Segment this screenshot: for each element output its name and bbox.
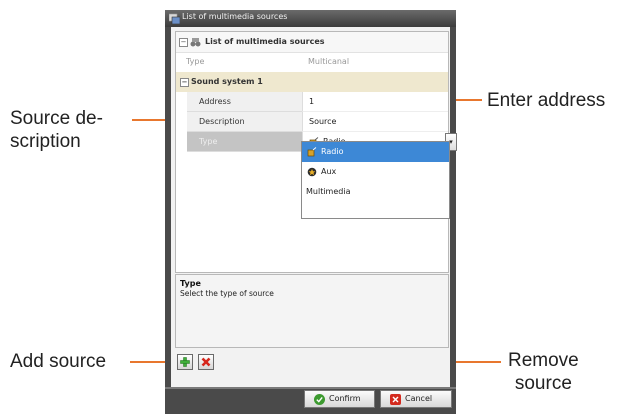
group-collapse-toggle[interactable]: −: [180, 78, 189, 87]
dropdown-option-multimedia[interactable]: Multimedia: [302, 182, 449, 202]
close-icon: [390, 394, 401, 405]
aux-icon: [307, 167, 317, 177]
grid-header-row: − List of multimedia sources: [176, 32, 448, 53]
multimedia-sources-window: List of multimedia sources − List of mul…: [165, 10, 457, 414]
callout-enter-address: Enter address: [487, 90, 606, 111]
description-field[interactable]: Source: [302, 112, 448, 132]
type-dropdown-list: Radio Aux Multimedia: [301, 141, 450, 219]
property-name: Description: [187, 112, 302, 132]
add-source-button[interactable]: [177, 354, 193, 370]
callout-add-source: Add source: [10, 351, 107, 372]
add-icon: [180, 357, 190, 367]
callout-source-description: Source de- scription: [10, 108, 103, 152]
confirm-button[interactable]: Confirm: [304, 390, 375, 408]
dropdown-option-label: Multimedia: [306, 187, 351, 196]
check-icon: [314, 394, 325, 405]
property-row-address[interactable]: Address 1: [176, 92, 448, 112]
type-row-label: Type: [186, 57, 205, 66]
multimedia-icon: [190, 38, 201, 47]
remove-icon: [201, 357, 211, 367]
collapse-toggle[interactable]: −: [179, 38, 188, 47]
description-panel: Type Select the type of source: [175, 274, 449, 348]
type-row: Type Multicanal: [176, 52, 448, 73]
remove-source-button[interactable]: [198, 354, 214, 370]
group-label: Sound system 1: [191, 77, 263, 86]
dropdown-option-aux[interactable]: Aux: [302, 162, 449, 182]
dropdown-option-label: Radio: [321, 147, 344, 156]
callout-remove-source: Remove source: [508, 350, 579, 394]
cancel-label: Cancel: [405, 394, 433, 403]
confirm-label: Confirm: [329, 394, 361, 403]
radio-icon: [307, 147, 317, 157]
address-field[interactable]: 1: [302, 92, 448, 112]
property-name: Address: [187, 92, 302, 112]
grid-header-title: List of multimedia sources: [205, 37, 325, 46]
app-icon: [169, 13, 180, 24]
cancel-button[interactable]: Cancel: [380, 390, 452, 408]
window-title: List of multimedia sources: [182, 12, 288, 21]
type-row-value: Multicanal: [308, 57, 350, 66]
dropdown-option-label: Aux: [321, 167, 337, 176]
description-text: Select the type of source: [180, 289, 274, 298]
footer-separator: [165, 387, 456, 389]
title-bar[interactable]: List of multimedia sources: [165, 10, 456, 27]
dropdown-option-radio[interactable]: Radio: [302, 142, 449, 162]
property-row-description[interactable]: Description Source: [176, 112, 448, 132]
description-title: Type: [180, 279, 201, 288]
property-name: Type: [187, 132, 302, 152]
sound-system-group[interactable]: − Sound system 1: [176, 72, 448, 92]
